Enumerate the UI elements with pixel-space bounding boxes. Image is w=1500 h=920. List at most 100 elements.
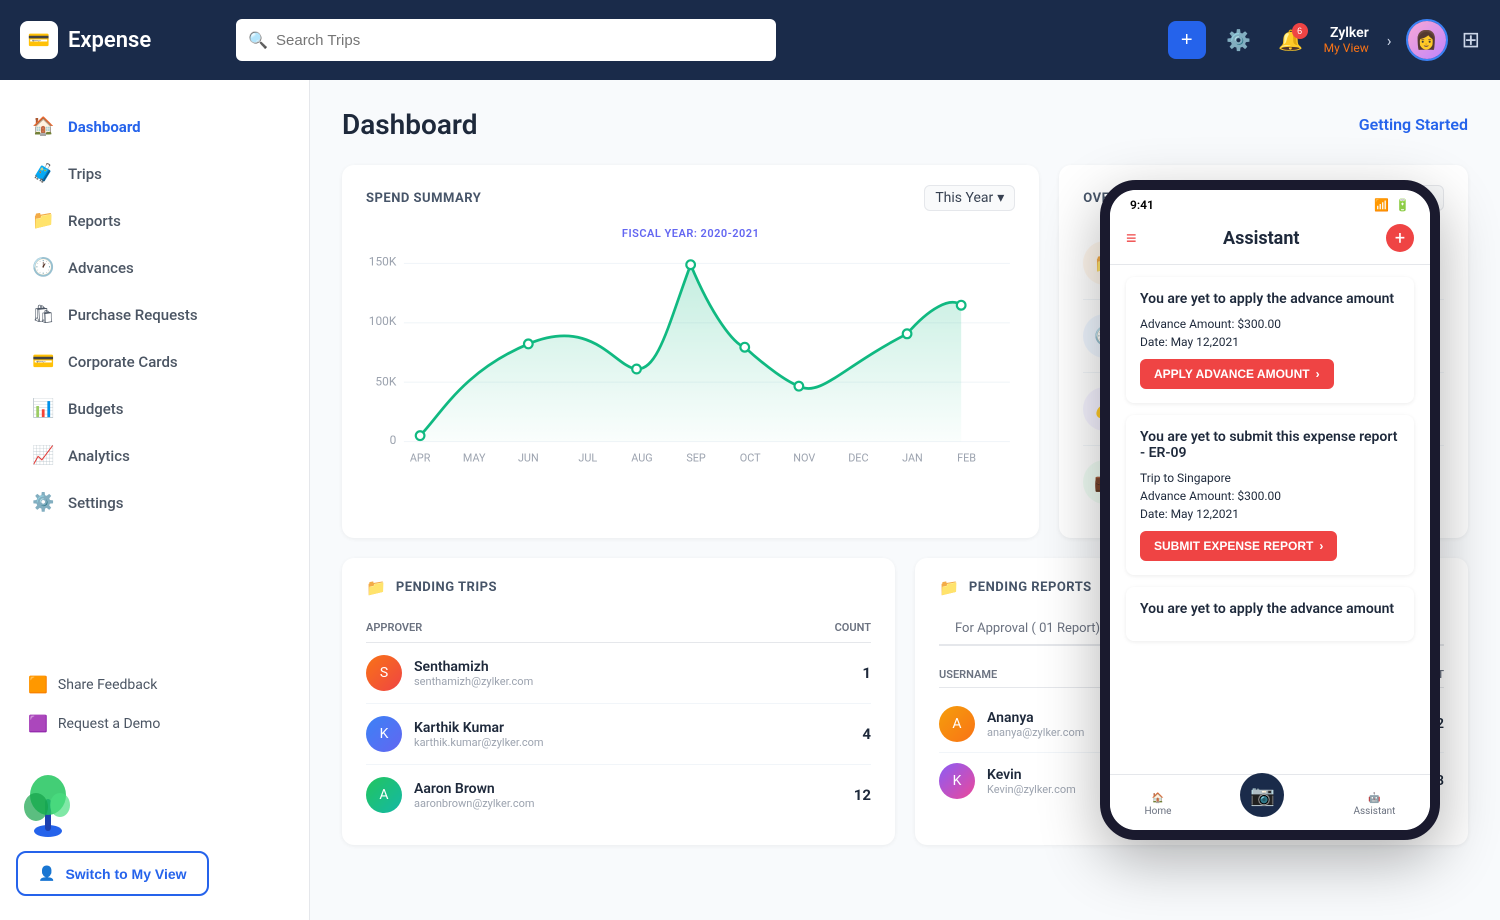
spend-year-selector[interactable]: This Year ▾ xyxy=(924,185,1015,211)
submit-expense-button[interactable]: SUBMIT EXPENSE REPORT › xyxy=(1140,531,1337,561)
share-feedback-button[interactable]: 🟧 Share Feedback xyxy=(16,665,293,704)
assistant-card-1: You are yet to apply the advance amount … xyxy=(1126,277,1414,403)
sidebar-item-reports[interactable]: 📁 Reports xyxy=(16,198,293,243)
sidebar-nav: 🏠 Dashboard 🧳 Trips 📁 Reports 🕐 Advances… xyxy=(16,104,293,649)
sidebar-item-label-cards: Corporate Cards xyxy=(68,353,178,371)
sidebar-item-label-reports: Reports xyxy=(68,212,121,230)
col-username: USERNAME xyxy=(939,668,997,681)
apply-advance-label: APPLY ADVANCE AMOUNT xyxy=(1154,367,1310,381)
svg-text:SEP: SEP xyxy=(686,451,706,464)
mobile-status-bar: 9:41 📶 🔋 xyxy=(1110,190,1430,216)
search-input[interactable] xyxy=(236,19,776,61)
user-name: Zylker xyxy=(1330,25,1369,41)
settings-button[interactable]: ⚙️ xyxy=(1220,21,1258,59)
demo-icon: 🟪 xyxy=(28,714,48,733)
pending-trips-icon: 📁 xyxy=(366,578,386,597)
feedback-icon: 🟧 xyxy=(28,675,48,694)
request-demo-label: Request a Demo xyxy=(58,716,160,732)
svg-text:50K: 50K xyxy=(375,374,396,388)
mobile-bottom-nav: 🏠 Home 📷 🤖 Assistant xyxy=(1110,774,1430,830)
table-row: S Senthamizh senthamizh@zylker.com 1 xyxy=(366,643,871,704)
assistant-icon-mobile: 🤖 xyxy=(1368,793,1380,804)
svg-text:DEC: DEC xyxy=(848,451,868,464)
advances-icon: 🕐 xyxy=(32,257,54,278)
sidebar-item-settings[interactable]: ⚙️ Settings xyxy=(16,480,293,525)
count-karthik: 4 xyxy=(862,725,871,743)
switch-view-label: Switch to My View xyxy=(65,866,186,882)
gear-icon: ⚙️ xyxy=(1226,28,1251,53)
svg-text:AUG: AUG xyxy=(631,451,652,464)
person-info-aaron: Aaron Brown aaronbrown@zylker.com xyxy=(414,781,854,810)
sidebar-item-label-budgets: Budgets xyxy=(68,400,124,418)
plant-decoration xyxy=(8,759,88,839)
add-button[interactable]: + xyxy=(1168,21,1206,59)
grid-icon[interactable]: ⊞ xyxy=(1462,28,1480,53)
dashboard-icon: 🏠 xyxy=(32,116,54,137)
person-email-karthik: karthik.kumar@zylker.com xyxy=(414,736,862,749)
request-demo-button[interactable]: 🟪 Request a Demo xyxy=(16,704,293,743)
mobile-nav-camera[interactable]: 📷 xyxy=(1240,773,1284,817)
budgets-icon: 📊 xyxy=(32,398,54,419)
mobile-nav-home[interactable]: 🏠 Home xyxy=(1145,793,1172,817)
person-name-aaron: Aaron Brown xyxy=(414,781,854,797)
date-value-1: May 12,2021 xyxy=(1171,335,1239,349)
trips-icon: 🧳 xyxy=(32,163,54,184)
advance-value-1: $300.00 xyxy=(1237,317,1281,331)
assistant-msg-3: You are yet to apply the advance amount xyxy=(1140,601,1400,617)
logo-icon: 💳 xyxy=(20,21,58,59)
avatar-kevin: K xyxy=(939,763,975,799)
advance-amount-detail: Advance Amount: $300.00 xyxy=(1140,317,1400,331)
count-senthamizh: 1 xyxy=(862,664,871,682)
spend-chart: 150K 100K 50K 0 xyxy=(366,248,1015,468)
mobile-nav-assistant[interactable]: 🤖 Assistant xyxy=(1354,793,1396,817)
sidebar-item-purchase-requests[interactable]: 🛍 Purchase Requests xyxy=(16,292,293,337)
avatar[interactable]: 👩 xyxy=(1406,19,1448,61)
tab-for-approval[interactable]: For Approval ( 01 Report) xyxy=(939,613,1116,646)
avatar-karthik: K xyxy=(366,716,402,752)
app-name: Expense xyxy=(68,28,151,53)
sidebar-item-advances[interactable]: 🕐 Advances xyxy=(16,245,293,290)
date-detail-2: Date: May 12,2021 xyxy=(1140,507,1400,521)
person-name-senthamizh: Senthamizh xyxy=(414,659,862,675)
sidebar-item-label-trips: Trips xyxy=(68,165,102,183)
wifi-icon: 📶 xyxy=(1374,198,1389,212)
date-label-1: Date: xyxy=(1140,335,1171,349)
apply-advance-button[interactable]: APPLY ADVANCE AMOUNT › xyxy=(1140,359,1334,389)
spend-year-label: This Year xyxy=(935,190,993,206)
search-icon: 🔍 xyxy=(248,31,268,50)
svg-text:JAN: JAN xyxy=(902,451,923,464)
purchase-icon: 🛍 xyxy=(32,304,54,325)
avatar-aaron: A xyxy=(366,777,402,813)
person-email-senthamizh: senthamizh@zylker.com xyxy=(414,675,862,688)
assistant-label: Assistant xyxy=(1354,806,1396,817)
user-view: My View xyxy=(1324,41,1369,55)
settings-icon: ⚙️ xyxy=(32,492,54,513)
spend-summary-card: SPEND SUMMARY This Year ▾ FISCAL YEAR: 2… xyxy=(342,165,1039,538)
page-title: Dashboard xyxy=(342,108,478,141)
spend-summary-title: SPEND SUMMARY xyxy=(366,191,481,206)
spend-summary-header: SPEND SUMMARY This Year ▾ xyxy=(366,185,1015,211)
sidebar-item-dashboard[interactable]: 🏠 Dashboard xyxy=(16,104,293,149)
assistant-card-2: You are yet to submit this expense repor… xyxy=(1126,415,1414,575)
sidebar-item-budgets[interactable]: 📊 Budgets xyxy=(16,386,293,431)
sidebar-item-trips[interactable]: 🧳 Trips xyxy=(16,151,293,196)
getting-started-link[interactable]: Getting Started xyxy=(1359,115,1468,134)
hamburger-icon[interactable]: ≡ xyxy=(1126,228,1137,249)
sidebar-item-corporate-cards[interactable]: 💳 Corporate Cards xyxy=(16,339,293,384)
svg-text:0: 0 xyxy=(390,433,397,447)
nav-actions: + ⚙️ 🔔 6 Zylker My View › 👩 ⊞ xyxy=(1168,19,1480,61)
svg-text:APR: APR xyxy=(410,451,431,464)
mobile-add-button[interactable]: + xyxy=(1386,224,1414,252)
svg-text:FEB: FEB xyxy=(957,451,976,464)
mobile-time: 9:41 xyxy=(1130,198,1154,212)
notifications-button[interactable]: 🔔 6 xyxy=(1272,21,1310,59)
switch-view-button[interactable]: 👤 Switch to My View xyxy=(16,851,209,896)
mobile-content: You are yet to apply the advance amount … xyxy=(1110,265,1430,785)
cards-icon: 💳 xyxy=(32,351,54,372)
sidebar-item-analytics[interactable]: 📈 Analytics xyxy=(16,433,293,478)
trip-detail: Trip to Singapore xyxy=(1140,471,1400,485)
svg-text:MAY: MAY xyxy=(463,451,486,464)
pending-reports-icon: 📁 xyxy=(939,578,959,597)
avatar-image: 👩 xyxy=(1408,21,1446,59)
notification-badge: 6 xyxy=(1292,23,1308,39)
